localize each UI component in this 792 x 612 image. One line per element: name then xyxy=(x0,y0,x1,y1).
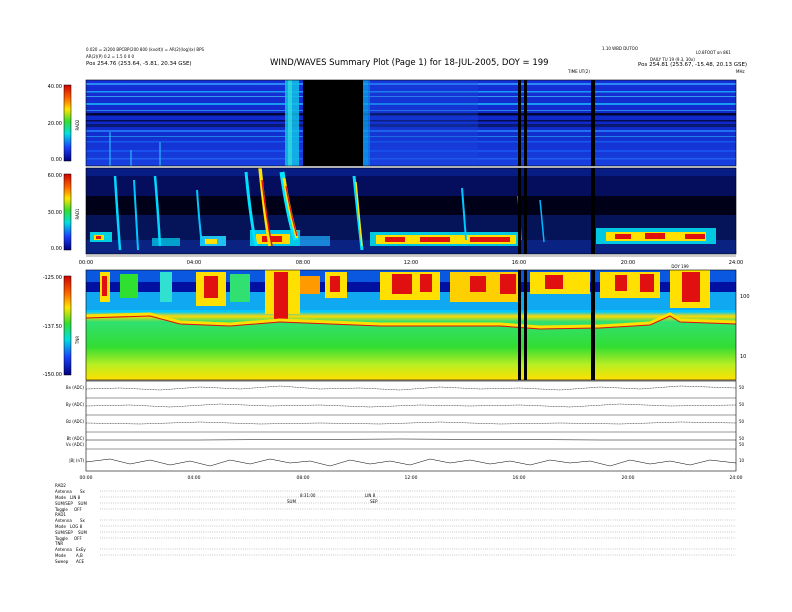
line-plots xyxy=(85,380,737,472)
footer-rad1-k1: Mode xyxy=(55,524,66,529)
footer-tnr-v2: ACE xyxy=(76,559,84,564)
rad1-tick-top: 60.00 xyxy=(48,173,62,179)
tnr-spectrogram xyxy=(85,269,737,381)
tnr-colorbar xyxy=(63,275,72,376)
footer-tnr-k2: Sweep xyxy=(55,559,69,564)
lineplot-label-0: Bx (ADC) xyxy=(66,385,85,390)
bottom-tick-24: 24:00 xyxy=(730,475,743,481)
lineplot-label-3: Bt (ADC) xyxy=(67,436,85,441)
mid-time-axis: 00:00 04:00 08:00 12:00 16:00 20:00 24:0… xyxy=(79,255,743,269)
footer-tnr-head: TNR xyxy=(55,541,64,546)
rad2-spectrogram xyxy=(85,79,737,167)
mid-tick-20: 20:00 xyxy=(621,260,635,266)
rad1-panel-label: RAD1 xyxy=(75,208,80,219)
tnr-tick-mid: -137.50 xyxy=(43,324,62,330)
lineplot-right-3: 50 xyxy=(739,436,745,441)
bottom-tick-08: 08:00 xyxy=(297,475,310,481)
rad1-spectrogram xyxy=(85,167,737,255)
tnr-right-tick-10: 10 xyxy=(740,354,746,360)
footer-tnr-v0: ExEy xyxy=(76,547,86,552)
mid-tick-24: 24:00 xyxy=(729,260,743,266)
footer-note-c: LIN 8 xyxy=(365,493,376,498)
lineplot-right-0: 50 xyxy=(739,385,745,390)
footer-rad2-k2: SUM/SEP xyxy=(55,501,73,506)
rad1-tick-mid: 30.00 xyxy=(48,210,62,216)
footer-rad2-v1: LIN 8 xyxy=(70,495,81,500)
footer-rad1-k0: Antenna xyxy=(55,518,72,523)
bottom-tick-12: 12:00 xyxy=(405,475,418,481)
footer-rad2-v3: OFF xyxy=(74,507,82,512)
lineplot-right-4: 50 xyxy=(739,442,745,447)
footer-dotted-lines xyxy=(100,490,736,556)
rad2-tick-bottom: 0.00 xyxy=(51,157,62,163)
footer-tnr-v1: A,B xyxy=(76,553,83,558)
footer-rad2-k1: Mode xyxy=(55,495,66,500)
mid-tick-16: 16:00 xyxy=(512,260,526,266)
mid-tick-04: 04:00 xyxy=(187,260,201,266)
footer-rad1-k2: SUM/SEP xyxy=(55,530,73,535)
footer-rad1-v2: SUM xyxy=(78,530,87,535)
footer-rad1-v3: OFF xyxy=(74,536,82,541)
footer-rad1-head: RAD1 xyxy=(55,512,66,517)
footer-rad2-v0: Sx xyxy=(80,489,85,494)
lineplot-label-4: Vx (ADC) xyxy=(66,442,85,447)
footer-rad2-v2: SUM xyxy=(78,501,87,506)
footer-rad1-v0: Sx xyxy=(80,518,85,523)
mid-tick-08: 08:00 xyxy=(296,260,310,266)
footer-rad2-head: RAD2 xyxy=(55,483,66,488)
footer-tnr-k1: Mode xyxy=(55,553,66,558)
lineplot-right-5: 10 xyxy=(739,458,745,463)
lineplot-right-1: 50 xyxy=(739,402,745,407)
footer-tnr-k0: Antenna xyxy=(55,547,72,552)
rad2-colorbar xyxy=(63,84,72,162)
bottom-tick-16: 16:00 xyxy=(513,475,526,481)
lineplot-right-2: 50 xyxy=(739,419,745,424)
rad1-colorbar xyxy=(63,173,72,251)
bottom-time-axis: 00:00 04:00 08:00 12:00 16:00 20:00 24:0… xyxy=(80,475,743,481)
lineplot-label-1: By (ADC) xyxy=(66,402,85,407)
summary-plot-figure: 40.00 20.00 0.00 60.00 30.00 0.00 -125.0… xyxy=(43,79,750,556)
bottom-tick-20: 20:00 xyxy=(622,475,635,481)
footer-note-d: SEP xyxy=(370,499,378,504)
footer-note-b: SUM xyxy=(287,499,296,504)
bottom-tick-04: 04:00 xyxy=(188,475,201,481)
rad1-tick-bottom: 0.00 xyxy=(51,246,62,252)
footer-rad2-k0: Antenna xyxy=(55,489,72,494)
lineplot-label-2: Bz (ADC) xyxy=(66,419,84,424)
tnr-tick-top: -125.00 xyxy=(43,275,62,281)
tnr-right-tick-100: 100 xyxy=(740,294,750,300)
footer-note-a: 8:31:00 xyxy=(300,493,316,498)
mid-right-label: DOY 199 xyxy=(671,264,689,269)
mid-tick-00: 00:00 xyxy=(79,260,93,266)
lineplot-label-5: |B| (nT) xyxy=(69,458,84,463)
tnr-panel-label: TNR xyxy=(75,336,80,345)
mid-tick-12: 12:00 xyxy=(404,260,418,266)
rad2-tick-mid: 20.00 xyxy=(48,121,62,127)
tnr-tick-bottom: -150.00 xyxy=(43,372,62,378)
bottom-tick-00: 00:00 xyxy=(80,475,93,481)
footer-rad1-v1: LOG 8 xyxy=(70,524,83,529)
rad2-tick-top: 40.00 xyxy=(48,84,62,90)
rad2-panel-label: RAD2 xyxy=(75,119,80,130)
